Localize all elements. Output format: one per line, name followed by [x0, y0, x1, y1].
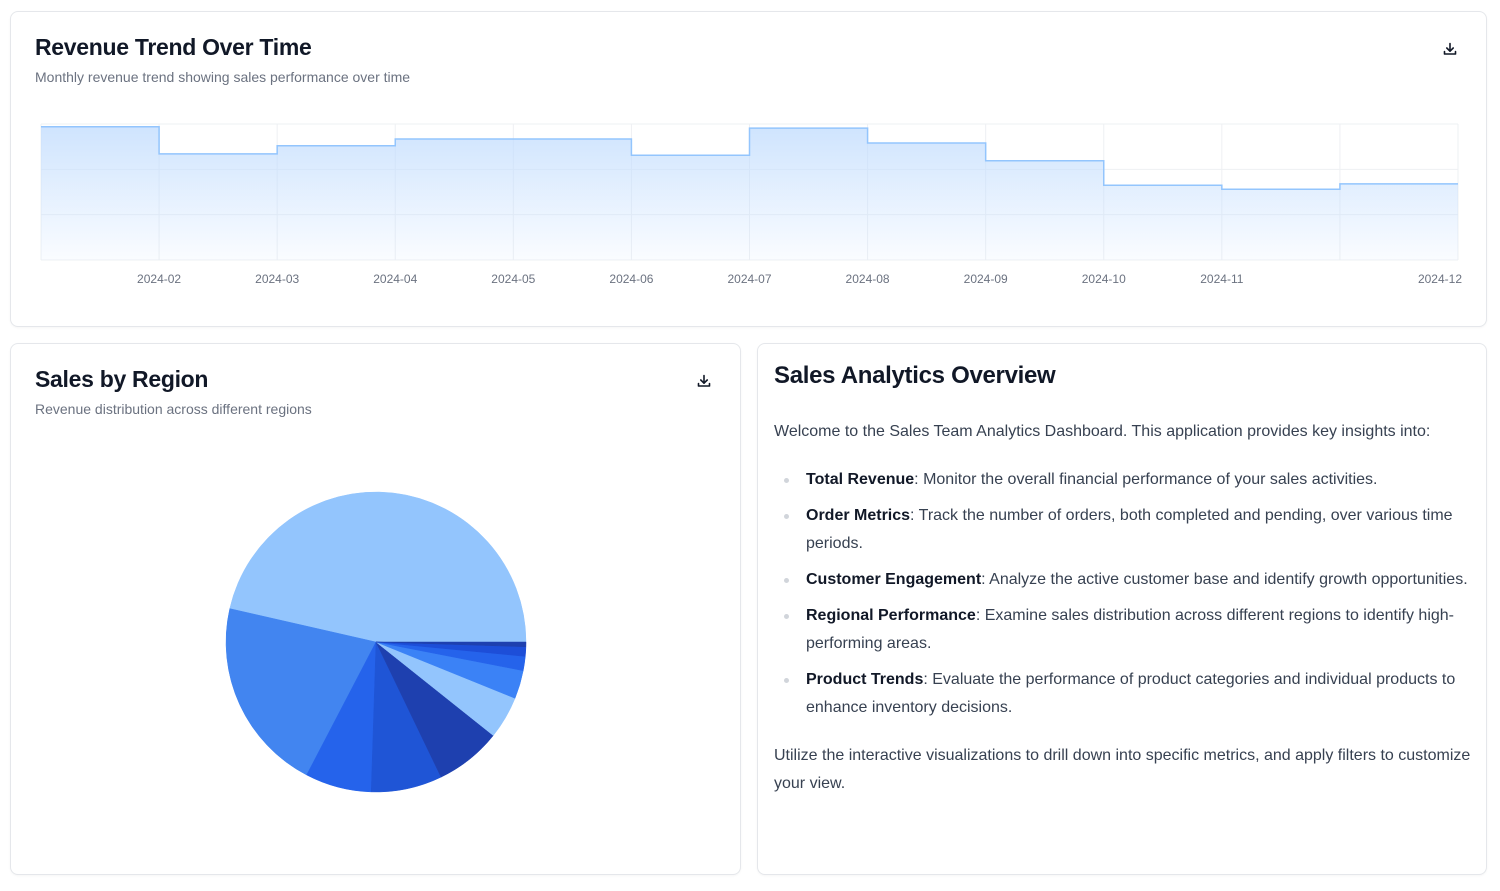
x-tick-label: 2024-02 [137, 272, 181, 286]
list-item: Product Trends: Evaluate the performance… [774, 666, 1474, 722]
x-tick-label: 2024-06 [609, 272, 653, 286]
x-tick-label: 2024-11 [1200, 272, 1243, 286]
sales-by-region-card: Sales by Region Revenue distribution acr… [10, 343, 741, 875]
item-term: Order Metrics [806, 507, 911, 524]
overview-title: Sales Analytics Overview [774, 362, 1056, 389]
item-text: : Analyze the active customer base and i… [981, 571, 1468, 588]
x-tick-label: 2024-05 [491, 272, 535, 286]
item-term: Regional Performance [806, 607, 976, 624]
x-tick-label: 2024-10 [1082, 272, 1126, 286]
overview-intro: Welcome to the Sales Team Analytics Dash… [774, 423, 1431, 440]
x-tick-label: 2024-08 [846, 272, 890, 286]
x-tick-label: 2024-07 [727, 272, 771, 286]
x-tick-label: 2024-12 [1418, 272, 1462, 286]
sales-by-region-pie-chart [225, 491, 527, 793]
revenue-trend-card: Revenue Trend Over Time Monthly revenue … [10, 11, 1487, 327]
revenue-trend-chart: 2024-02 2024-03 2024-04 2024-05 2024-06 2024-… [40, 123, 1462, 286]
list-item: Regional Performance: Examine sales dist… [774, 602, 1474, 658]
list-item: Total Revenue: Monitor the overall finan… [774, 466, 1474, 494]
item-term: Customer Engagement [806, 571, 982, 588]
overview-list: Total Revenue: Monitor the overall finan… [774, 466, 1474, 722]
overview-outro: Utilize the interactive visualizations t… [774, 747, 1471, 792]
pie-slices [225, 491, 527, 793]
x-tick-label: 2024-04 [373, 272, 417, 286]
x-tick-label: 2024-09 [964, 272, 1008, 286]
item-term: Product Trends [806, 671, 924, 688]
x-axis-ticks: 2024-02 2024-03 2024-04 2024-05 2024-06 2024-… [137, 272, 1462, 286]
list-item: Customer Engagement: Analyze the active … [774, 566, 1474, 594]
x-tick-label: 2024-03 [255, 272, 299, 286]
overview-card: Sales Analytics Overview Welcome to the … [757, 343, 1487, 875]
overview-body: Welcome to the Sales Team Analytics Dash… [774, 418, 1474, 818]
item-term: Total Revenue [806, 471, 915, 488]
item-text: : Monitor the overall financial performa… [914, 471, 1378, 488]
list-item: Order Metrics: Track the number of order… [774, 502, 1474, 558]
